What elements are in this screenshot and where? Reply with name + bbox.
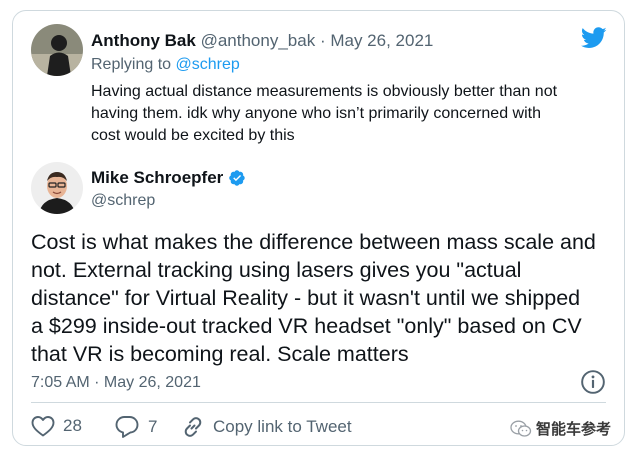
wechat-icon [510,420,532,437]
anthony-bak-handle[interactable]: @anthony_bak [201,31,316,50]
main-tweet-header: Mike Schroepfer [91,168,246,188]
reply-count: 7 [148,417,158,436]
header-separator: · [319,31,326,50]
reply-text-line: having them. idk why anyone who isn’t pr… [91,105,541,122]
mike-schroepfer-handle[interactable]: @schrep [91,192,155,210]
reply-text-line: Having actual distance measurements is o… [91,83,558,100]
reply-button[interactable]: 7 [114,415,157,439]
mike-schroepfer-name[interactable]: Mike Schroepfer [91,168,223,188]
heart-icon [31,416,55,437]
anthony-bak-avatar[interactable] [31,24,83,76]
watermark-text: 智能车参考 [536,420,612,438]
copy-link-button[interactable]: Copy link to Tweet [181,415,352,439]
replying-to-prefix: Replying to [91,56,172,73]
tweet-card: Anthony Bak @anthony_bak · May 26, 2021 … [12,10,625,446]
reply-text-line: cost would be excited by this [91,127,295,144]
reply-tweet-date[interactable]: May 26, 2021 [330,31,433,50]
link-icon [184,417,202,437]
divider [31,402,606,403]
reply-tweet-text: Having actual distance measurements is o… [91,81,557,147]
mike-schroepfer-avatar[interactable] [31,162,83,214]
replying-to-link[interactable]: @schrep [176,56,240,73]
replying-to-line: Replying to @schrep [91,56,240,74]
info-icon[interactable] [580,369,606,395]
main-tweet-text: Cost is what makes the difference betwee… [31,228,596,368]
anthony-bak-name[interactable]: Anthony Bak [91,31,196,50]
watermark: 智能车参考 [510,418,611,439]
main-text-line: a $299 inside-out tracked VR headset "on… [31,314,582,338]
twitter-bird-icon[interactable] [580,27,607,49]
reply-bubble-icon [115,416,139,438]
main-text-line: that VR is becoming real. Scale matters [31,342,409,366]
main-text-line: Cost is what makes the difference betwee… [31,230,596,254]
like-button[interactable]: 28 [31,415,82,437]
verified-badge-icon [228,169,246,187]
main-text-line: not. External tracking using lasers give… [31,258,522,282]
like-count: 28 [63,416,82,435]
main-text-line: distance" for Virtual Reality - but it w… [31,286,581,310]
reply-tweet-header: Anthony Bak @anthony_bak · May 26, 2021 [91,31,433,51]
tweet-timestamp[interactable]: 7:05 AM · May 26, 2021 [31,374,201,392]
copy-link-label: Copy link to Tweet [213,417,352,436]
